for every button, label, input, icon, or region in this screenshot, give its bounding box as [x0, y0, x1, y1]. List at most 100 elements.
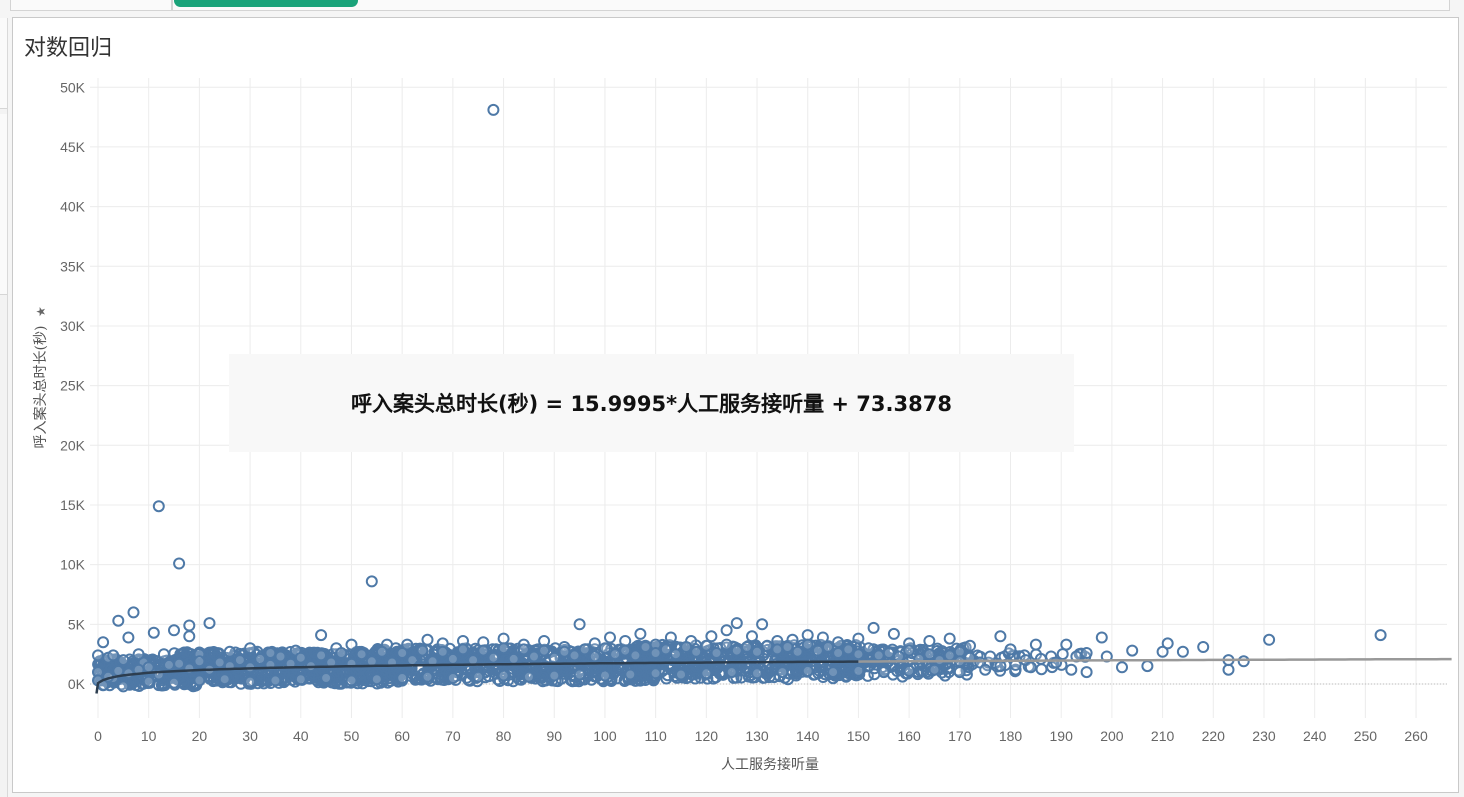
data-point[interactable] [903, 644, 916, 657]
data-point[interactable] [761, 639, 774, 652]
data-point[interactable] [943, 649, 956, 662]
data-point[interactable] [700, 667, 713, 680]
data-point[interactable] [487, 651, 500, 664]
data-point[interactable] [649, 647, 662, 659]
data-point[interactable] [117, 680, 130, 693]
data-point[interactable] [487, 103, 500, 116]
data-point[interactable] [700, 639, 713, 652]
data-point[interactable] [816, 631, 829, 644]
data-point[interactable] [669, 648, 682, 661]
data-point[interactable] [244, 642, 257, 655]
data-point[interactable] [832, 636, 845, 649]
data-point[interactable] [867, 621, 880, 634]
data-point[interactable] [725, 666, 738, 679]
data-point[interactable] [690, 645, 703, 658]
data-point[interactable] [751, 667, 763, 680]
data-point[interactable] [964, 639, 976, 652]
data-point[interactable] [396, 672, 409, 684]
data-point[interactable] [599, 642, 611, 655]
data-point[interactable] [168, 676, 180, 689]
data-point[interactable] [771, 643, 784, 656]
data-point[interactable] [345, 638, 358, 651]
data-point[interactable] [801, 664, 814, 677]
data-point[interactable] [619, 644, 632, 657]
data-point[interactable] [756, 618, 769, 631]
data-point[interactable] [720, 624, 733, 637]
data-point[interactable] [664, 631, 677, 644]
data-point[interactable] [1095, 631, 1108, 644]
data-point[interactable] [852, 648, 865, 661]
data-point[interactable] [183, 662, 196, 675]
data-point[interactable] [624, 668, 637, 681]
data-point[interactable] [680, 641, 693, 653]
data-point[interactable] [1156, 645, 1169, 658]
data-point[interactable] [1141, 660, 1154, 673]
data-point[interactable] [117, 654, 130, 667]
data-point[interactable] [751, 645, 763, 658]
data-point[interactable] [315, 629, 328, 642]
data-point[interactable] [862, 642, 875, 655]
data-point[interactable] [923, 648, 936, 661]
data-point[interactable] [528, 650, 540, 663]
pin-icon[interactable]: ★ [34, 306, 48, 317]
data-point[interactable] [1024, 661, 1037, 674]
data-point[interactable] [943, 632, 956, 645]
data-point[interactable] [832, 647, 845, 659]
data-point[interactable] [213, 656, 226, 669]
data-point[interactable] [649, 667, 662, 680]
data-point[interactable] [365, 575, 378, 588]
data-point[interactable] [953, 666, 966, 679]
data-point[interactable] [746, 630, 758, 643]
data-point[interactable] [827, 666, 840, 679]
data-point[interactable] [842, 643, 855, 656]
data-point[interactable] [1126, 644, 1139, 657]
data-point[interactable] [740, 641, 753, 653]
data-point[interactable] [994, 630, 1007, 643]
data-point[interactable] [1080, 666, 1093, 679]
data-point[interactable] [132, 648, 145, 661]
data-point[interactable] [1116, 661, 1128, 674]
data-point[interactable] [604, 631, 616, 644]
data-point[interactable] [497, 632, 510, 645]
data-point[interactable] [254, 652, 267, 665]
data-point[interactable] [877, 666, 890, 679]
data-point[interactable] [269, 674, 282, 687]
data-point[interactable] [639, 641, 652, 653]
data-point[interactable] [609, 648, 622, 661]
data-point[interactable] [142, 661, 155, 674]
data-point[interactable] [801, 638, 814, 651]
data-point[interactable] [629, 649, 642, 662]
data-point[interactable] [421, 633, 434, 646]
data-point[interactable] [147, 626, 160, 639]
data-point[interactable] [355, 648, 368, 661]
data-point[interactable] [1050, 656, 1063, 669]
data-point[interactable] [1176, 645, 1189, 658]
data-point[interactable] [320, 672, 333, 684]
data-point[interactable] [168, 624, 180, 637]
data-point[interactable] [558, 645, 571, 658]
data-point[interactable] [893, 650, 905, 663]
data-point[interactable] [183, 619, 196, 632]
data-point[interactable] [1080, 647, 1093, 659]
data-point[interactable] [710, 647, 723, 659]
data-point[interactable] [538, 635, 551, 647]
data-point[interactable] [193, 674, 206, 687]
data-point[interactable] [903, 664, 916, 677]
data-point[interactable] [791, 645, 804, 658]
data-point[interactable] [193, 655, 206, 668]
data-point[interactable] [127, 606, 140, 619]
data-point[interactable] [173, 557, 186, 570]
data-point[interactable] [1035, 663, 1048, 676]
data-point[interactable] [1034, 652, 1047, 665]
data-point[interactable] [573, 618, 586, 631]
data-point[interactable] [811, 644, 824, 657]
data-point[interactable] [92, 649, 104, 662]
data-point[interactable] [1060, 638, 1073, 651]
data-point[interactable] [497, 642, 510, 655]
data-point[interactable] [446, 652, 459, 665]
data-point[interactable] [294, 673, 307, 686]
data-point[interactable] [730, 617, 743, 630]
data-point[interactable] [497, 669, 510, 682]
data-point[interactable] [1065, 663, 1078, 676]
data-point[interactable] [822, 641, 834, 653]
